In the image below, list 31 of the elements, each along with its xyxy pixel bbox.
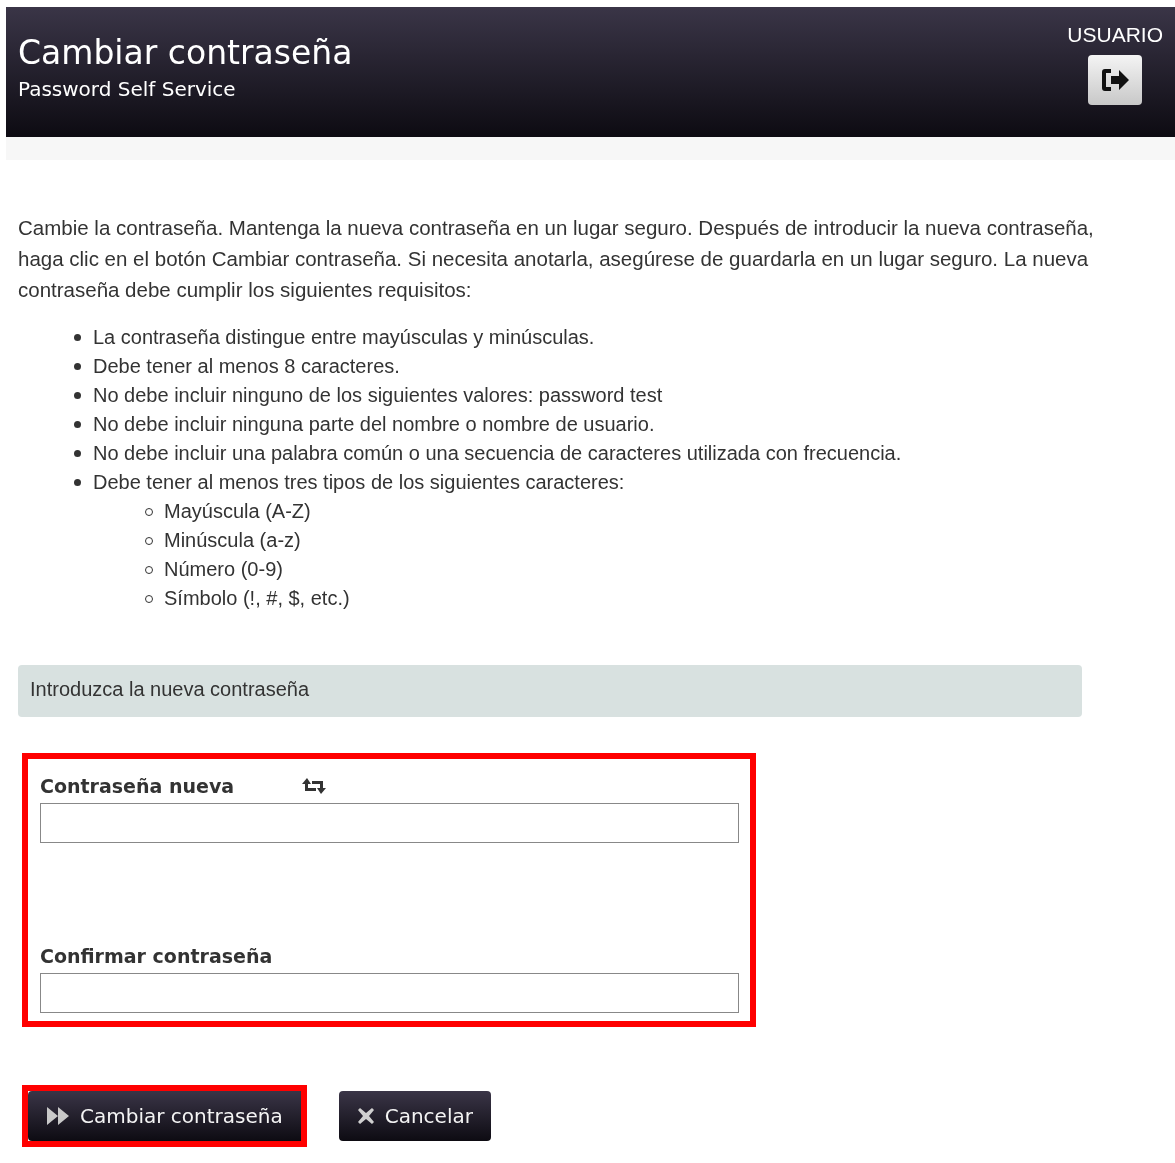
field-label: Confirmar contraseña — [40, 945, 273, 967]
user-name: USUARIO — [1067, 23, 1163, 47]
bullet-icon — [74, 479, 81, 486]
requirement-text: Debe tener al menos tres tipos de los siguientes caracteres: — [93, 470, 625, 495]
requirement-text: Mayúscula (A-Z) — [164, 499, 311, 524]
page-title: Cambiar contraseña — [18, 32, 353, 74]
refresh-icon[interactable] — [302, 777, 327, 795]
requirement-text: Número (0-9) — [164, 557, 283, 582]
password-field[interactable] — [40, 803, 739, 843]
bullet-icon — [74, 421, 81, 428]
password-field[interactable] — [40, 973, 739, 1013]
requirement-text: No debe incluir ninguna parte del nombre o nombre de usuario. — [93, 412, 655, 437]
section-title: Introduzca la nueva contraseña — [30, 678, 310, 700]
submit-button[interactable]: Cambiar contraseña — [28, 1091, 301, 1141]
bullet-icon — [74, 363, 81, 370]
cancel-button[interactable]: Cancelar — [338, 1091, 491, 1141]
fast-forward-icon — [46, 1106, 70, 1126]
field-label: Contraseña nueva — [40, 775, 235, 797]
intro-paragraph: Cambie la contraseña. Mantenga la nueva contraseña en un lugar seguro. Después de introducir la nueva contraseña, haga clic en el botón Cambiar contraseña. Si necesita anotarla, asegúrese de guardarla en un lugar seguro. La nueva contraseña debe cumplir los siguientes requisitos: — [18, 215, 1095, 303]
requirement-text: Símbolo (!, #, $, etc.) — [164, 586, 350, 611]
requirement-text: La contraseña distingue entre mayúsculas y minúsculas. — [93, 325, 595, 350]
bullet-icon — [74, 392, 81, 399]
requirement-text: No debe incluir una palabra común o una secuencia de caracteres utilizada con frecuencia. — [93, 441, 902, 466]
close-icon — [356, 1107, 375, 1125]
page-subtitle: Password Self Service — [18, 77, 237, 101]
logout-button[interactable] — [1088, 55, 1143, 105]
requirement-text: Debe tener al menos 8 caracteres. — [93, 354, 400, 379]
requirement-text: Minúscula (a-z) — [164, 528, 301, 553]
requirement-text: No debe incluir ninguno de los siguientes valores: password test — [93, 383, 663, 408]
bullet-icon — [74, 450, 81, 457]
bullet-icon — [74, 334, 81, 341]
